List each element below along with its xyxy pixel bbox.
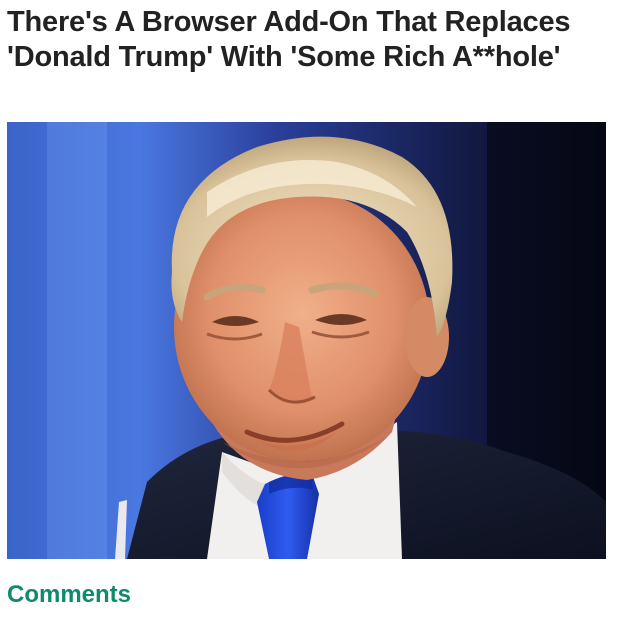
article-headline[interactable]: There's A Browser Add-On That Replaces '… xyxy=(7,5,607,75)
article-photo[interactable] xyxy=(7,122,606,559)
portrait-illustration xyxy=(7,122,606,559)
comments-link[interactable]: Comments xyxy=(7,580,131,610)
